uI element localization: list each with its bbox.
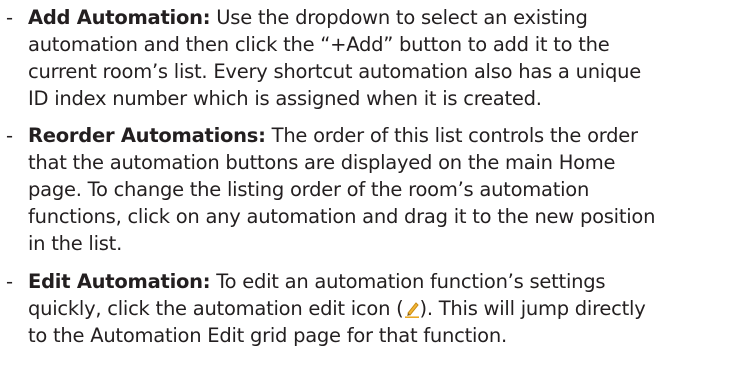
bullet-line: functions, click on any automation and d…	[28, 205, 656, 228]
pencil-edit-icon	[404, 298, 420, 318]
bullet-term: Reorder Automations:	[28, 124, 266, 147]
bullet-line: Add Automation: Use the dropdown to sele…	[28, 4, 588, 31]
bullet-line: ID index number which is assigned when i…	[28, 87, 542, 110]
bullet-term: Edit Automation:	[28, 270, 211, 293]
bullet-line: automation and then click the “+Add” but…	[28, 33, 610, 56]
bullet-line: Edit Automation: To edit an automation f…	[28, 268, 606, 295]
bullet-text: Use the dropdown to select an existing	[210, 6, 588, 29]
bullet-text: quickly, click the automation edit icon …	[28, 297, 404, 320]
bullet-marker: -	[6, 124, 14, 147]
bullet-line: page. To change the listing order of the…	[28, 178, 590, 201]
bullet-line: that the automation buttons are displaye…	[28, 151, 616, 174]
bullet-line: to the Automation Edit grid page for tha…	[28, 324, 507, 347]
bullet-text: To edit an automation function’s setting…	[210, 270, 606, 293]
bullet-text: ). This will jump directly	[419, 297, 646, 320]
bullet-line: current room’s list. Every shortcut auto…	[28, 60, 641, 83]
document-page: - Add Automation: Use the dropdown to se…	[0, 0, 756, 375]
bullet-text: The order of this list controls the orde…	[265, 124, 638, 147]
bullet-line: quickly, click the automation edit icon …	[28, 295, 646, 322]
bullet-line: Reorder Automations: The order of this l…	[28, 122, 638, 149]
bullet-marker: -	[6, 270, 14, 293]
bullet-marker: -	[6, 6, 14, 29]
bullet-term: Add Automation:	[28, 6, 211, 29]
bullet-line: in the list.	[28, 232, 123, 255]
